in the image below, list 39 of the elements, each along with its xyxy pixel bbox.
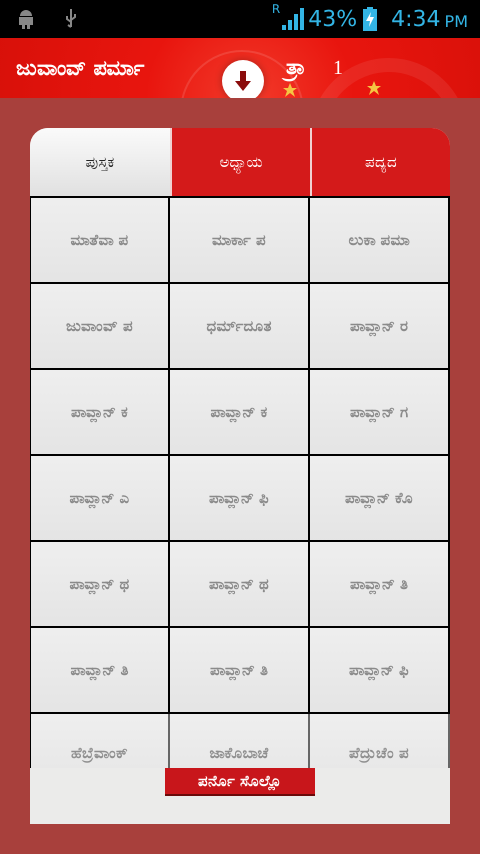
book-cell[interactable]: ಪಾವ್ಲಾನ್ ಕ xyxy=(30,370,170,456)
book-cell[interactable]: ಜಾಕೊಬಾಚೆ xyxy=(170,714,310,768)
book-cell[interactable]: ಪಾವ್ಲಾನ್ ತಿ xyxy=(170,628,310,714)
tab[interactable]: ಪುಸ್ತಕ xyxy=(30,128,170,196)
app-title: ಜುವಾಂವ್ ಪರ್ಮಾ xyxy=(16,56,146,80)
book-cell[interactable]: ಧರ್ಮ್‌ದೂತ xyxy=(170,284,310,370)
star-icon xyxy=(283,83,297,97)
go-button[interactable]: ಪರ್ನೊ ಸೊಲ್ಲೊ xyxy=(165,768,315,796)
book-cell[interactable]: ಹೆಬ್ರೆವಾಂಕ್ xyxy=(30,714,170,768)
clock-time: 4:34 xyxy=(391,6,441,32)
book-cell[interactable]: ಪಾವ್ಲಾನ್ ಗ xyxy=(310,370,450,456)
book-cell[interactable]: ಪಾವ್ಲಾನ್ ಥ xyxy=(30,542,170,628)
android-icon xyxy=(16,8,36,30)
book-cell[interactable]: ಜುವಾಂವ್ ಪ xyxy=(30,284,170,370)
network-label: R xyxy=(272,2,280,16)
book-cell[interactable]: ಮಾರ್ಕಾ ಪ xyxy=(170,198,310,284)
download-button[interactable] xyxy=(222,60,264,98)
book-cell[interactable]: ಪಾವ್ಲಾನ್ ರ xyxy=(310,284,450,370)
book-cell[interactable]: ಪಾವ್ಲಾನ್ ಫಿ xyxy=(310,628,450,714)
book-cell[interactable]: ಪಾವ್ಲಾನ್ ಫಿ xyxy=(170,456,310,542)
app-title: ತ್ರಾ xyxy=(282,49,309,87)
book-cell[interactable]: ಲುಕಾ ಪಮಾ xyxy=(310,198,450,284)
book-cell[interactable]: ಪಾವ್ಲಾನ್ ಎ xyxy=(30,456,170,542)
book-cell[interactable]: ಪಾವ್ಲಾನ್ ತಿ xyxy=(310,542,450,628)
clock-ampm: PM xyxy=(444,12,468,30)
tab[interactable]: ಪದ್ಯದ xyxy=(310,128,450,196)
star-icon xyxy=(367,81,381,95)
battery-percent: 43% xyxy=(308,6,358,32)
tab[interactable]: ಅಧ್ಯಾಯ xyxy=(170,128,310,196)
battery-charging-icon xyxy=(363,7,378,31)
chapter-number: 1 xyxy=(333,56,343,80)
book-cell[interactable]: ಪೆದ್ರುಚೆಂ ಪ xyxy=(310,714,450,768)
book-cell[interactable]: ಪಾವ್ಲಾನ್ ಕ xyxy=(170,370,310,456)
usb-icon xyxy=(64,8,78,30)
book-cell[interactable]: ಪಾವ್ಲಾನ್ ಥ xyxy=(170,542,310,628)
book-cell[interactable]: ಪಾವ್ಲಾನ್ ತಿ xyxy=(30,628,170,714)
signal-icon xyxy=(280,8,304,30)
book-cell[interactable]: ಮಾತೆವಾ ಪ xyxy=(30,198,170,284)
book-cell[interactable]: ಪಾವ್ಲಾನ್ ಕೊ xyxy=(310,456,450,542)
